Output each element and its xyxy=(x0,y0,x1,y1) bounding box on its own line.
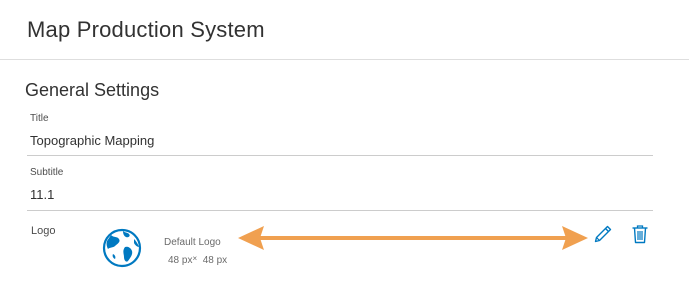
section-title: General Settings xyxy=(25,80,160,100)
globe-icon xyxy=(102,228,142,268)
annotation-double-arrow xyxy=(238,226,588,250)
app-header: Map Production System xyxy=(0,0,689,60)
title-field-label: Title xyxy=(30,113,49,124)
pencil-icon[interactable] xyxy=(593,224,613,244)
subtitle-field-underline xyxy=(27,210,653,211)
map-production-app: Map Production System General Settings T… xyxy=(0,0,689,291)
logo-dimension-separator: × xyxy=(192,254,198,263)
title-field-input[interactable]: Topographic Mapping xyxy=(30,133,154,148)
logo-height: 48 px xyxy=(202,255,228,266)
logo-name: Default Logo xyxy=(164,237,221,248)
subtitle-field-input[interactable]: 11.1 xyxy=(30,187,54,202)
title-field-underline xyxy=(27,155,653,156)
app-title: Map Production System xyxy=(27,17,265,42)
subtitle-field-label: Subtitle xyxy=(30,167,64,178)
logo-label: Logo xyxy=(31,225,56,237)
logo-width: 48 px xyxy=(168,255,193,266)
logo-dimensions: 48 px× 48 px xyxy=(168,254,227,266)
trash-icon[interactable] xyxy=(630,224,650,244)
